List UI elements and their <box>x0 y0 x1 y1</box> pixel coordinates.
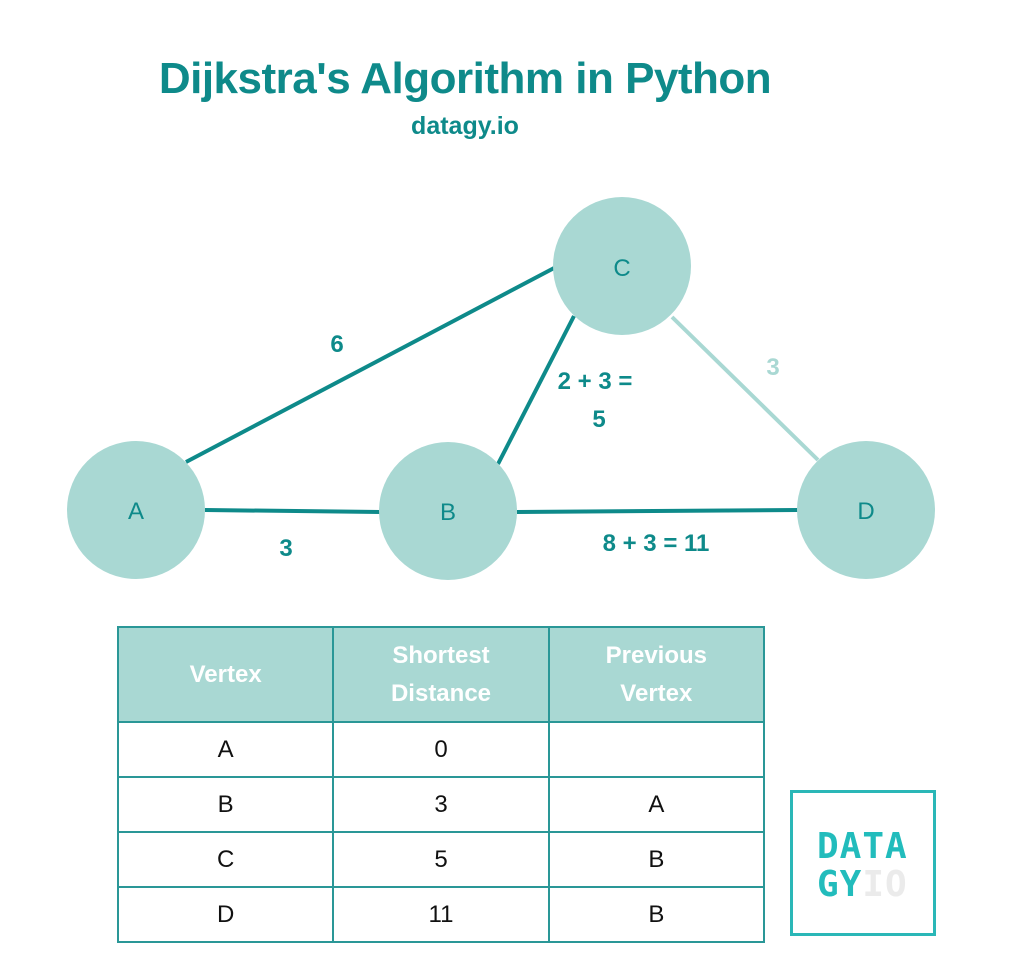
cell-distance: 5 <box>332 831 550 888</box>
cell-distance: 11 <box>332 886 550 943</box>
node-c: C <box>553 197 691 335</box>
header-vertex: Vertex <box>116 626 335 723</box>
table-row: A 0 <box>116 721 766 778</box>
header-previous-vertex: Previous Vertex <box>547 626 766 723</box>
edge-b-d-label: 8 + 3 = 11 <box>603 530 710 557</box>
node-a-label: A <box>128 498 144 525</box>
table-row: D 11 B <box>116 886 766 943</box>
datagy-logo: DATA GYIO <box>790 790 936 936</box>
edge-c-d-label: 3 <box>766 354 779 381</box>
logo-line1: DATA <box>817 826 908 867</box>
node-b-label: B <box>440 499 456 526</box>
edge-b-c-label-line2: 5 <box>592 406 605 433</box>
cell-previous: B <box>547 831 766 888</box>
cell-vertex: C <box>116 831 335 888</box>
node-a: A <box>67 441 205 579</box>
edge-b-c-label-line1: 2 + 3 = <box>558 368 633 395</box>
cell-vertex: D <box>116 886 335 943</box>
table-header-row: Vertex Shortest Distance Previous Vertex <box>116 626 766 723</box>
cell-vertex: A <box>116 721 335 778</box>
node-d-label: D <box>857 498 874 525</box>
header-shortest-distance: Shortest Distance <box>332 626 550 723</box>
cell-distance: 3 <box>332 776 550 833</box>
cell-previous: B <box>547 886 766 943</box>
node-c-label: C <box>613 255 630 282</box>
node-d: D <box>797 441 935 579</box>
edge-a-c-label: 6 <box>330 331 343 358</box>
cell-previous <box>547 721 766 778</box>
logo-line2: GYIO <box>817 864 908 905</box>
edge-c-d <box>670 315 820 462</box>
edge-a-b <box>204 508 381 514</box>
graph-diagram: A B C D 6 3 2 + 3 = 5 3 8 + 3 = 11 <box>67 197 935 580</box>
node-b: B <box>379 442 517 580</box>
distance-table: Vertex Shortest Distance Previous Vertex A… <box>116 626 766 943</box>
edge-a-b-label: 3 <box>279 535 292 562</box>
cell-vertex: B <box>116 776 335 833</box>
edge-a-c <box>185 265 557 464</box>
cell-distance: 0 <box>332 721 550 778</box>
table-row: B 3 A <box>116 776 766 833</box>
table-row: C 5 B <box>116 831 766 888</box>
edge-b-d <box>516 508 799 514</box>
cell-previous: A <box>547 776 766 833</box>
